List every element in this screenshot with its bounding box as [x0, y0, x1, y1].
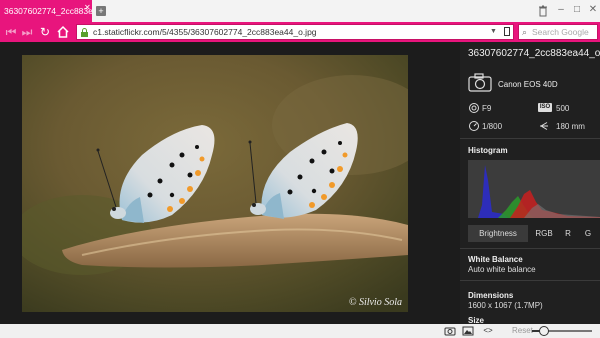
divider — [460, 248, 600, 249]
histogram-chart — [468, 160, 600, 218]
aperture-value: F9 — [482, 104, 492, 113]
camera-model: Canon EOS 40D — [498, 80, 558, 89]
window-close-icon[interactable]: ✕ — [588, 4, 598, 16]
zoom-thumb[interactable] — [539, 326, 549, 336]
url-text[interactable]: c1.staticflickr.com/5/4355/36307602774_2… — [93, 25, 317, 39]
camera-icon — [468, 73, 492, 92]
maximize-icon[interactable]: □ — [572, 4, 582, 16]
tab-brightness[interactable]: Brightness — [468, 225, 528, 242]
histogram-heading: Histogram — [468, 146, 508, 155]
back-icon[interactable]: ⏮ — [4, 24, 18, 40]
forward-icon[interactable]: ⏭ — [20, 24, 34, 40]
size-heading: Size — [468, 316, 485, 324]
tab-g[interactable]: G — [580, 225, 596, 242]
image-icon[interactable] — [462, 326, 474, 336]
screenshot-icon[interactable] — [444, 326, 456, 336]
code-icon[interactable]: <> — [480, 326, 496, 336]
status-bar: <> Reset — [0, 324, 600, 338]
minimize-icon[interactable]: – — [556, 4, 566, 16]
tab-title: 36307602774_2cc883ea44_o — [4, 6, 92, 16]
dimensions-value: 1600 x 1067 (1.7MP) — [468, 301, 543, 310]
white-balance-value: Auto white balance — [468, 265, 536, 274]
focal-length-icon — [540, 122, 548, 130]
home-icon[interactable] — [56, 25, 70, 39]
focal-length-value: 180 mm — [556, 122, 585, 131]
tab-rgb[interactable]: RGB — [532, 225, 556, 242]
dropdown-icon[interactable]: ▼ — [490, 25, 497, 39]
trash-icon[interactable] — [538, 5, 548, 17]
image-filename: 36307602774_2cc883ea44_o.jpg — [468, 48, 600, 59]
close-icon[interactable]: ✕ — [84, 3, 92, 12]
reset-zoom-button[interactable]: Reset — [512, 325, 533, 337]
image-viewer: © Silvio Sola — [0, 42, 460, 324]
iso-icon: ISO — [538, 103, 552, 112]
shutter-icon — [469, 121, 479, 131]
search-input[interactable] — [532, 25, 596, 39]
zoom-slider[interactable] — [532, 326, 592, 336]
aperture-icon — [469, 103, 479, 113]
active-tab[interactable]: 36307602774_2cc883ea44_o ✕ — [0, 0, 92, 22]
dimensions-heading: Dimensions — [468, 291, 514, 300]
white-balance-heading: White Balance — [468, 255, 523, 264]
divider — [460, 280, 600, 281]
butterfly-photo[interactable] — [22, 55, 408, 312]
shutter-value: 1/800 — [482, 122, 503, 131]
reload-icon[interactable]: ↻ — [38, 24, 52, 40]
iso-value: 500 — [556, 104, 570, 113]
lock-icon — [81, 28, 88, 37]
image-info-panel: 36307602774_2cc883ea44_o.jpg Canon EOS 4… — [460, 42, 600, 324]
bookmark-icon[interactable] — [504, 27, 510, 36]
divider — [460, 138, 600, 139]
tab-r[interactable]: R — [560, 225, 576, 242]
plus-icon[interactable]: + — [96, 6, 106, 16]
tab-bar: 36307602774_2cc883ea44_o ✕ + – □ ✕ — [0, 0, 600, 22]
search-icon: ⌕ — [522, 27, 528, 37]
address-bar[interactable]: c1.staticflickr.com/5/4355/36307602774_2… — [76, 24, 514, 40]
search-box[interactable]: ⌕ — [518, 24, 598, 40]
